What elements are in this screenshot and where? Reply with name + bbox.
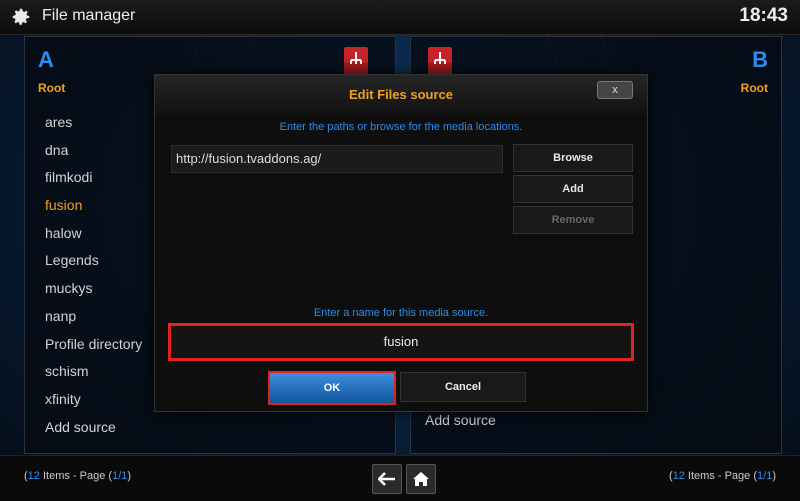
app-title: File manager [42, 7, 136, 24]
cancel-button[interactable]: Cancel [400, 372, 526, 402]
arrow-left-icon [378, 472, 395, 486]
clock: 18:43 [739, 5, 788, 26]
items-label: Items - Page [684, 470, 754, 482]
page-indicator: 1/1 [757, 470, 773, 482]
browse-button[interactable]: Browse [513, 144, 633, 172]
panel-letter-b: B [752, 47, 768, 72]
home-icon [413, 472, 429, 486]
page-indicator: 1/1 [112, 470, 128, 482]
panel-path: Root [38, 81, 66, 95]
edit-source-dialog: Edit Files source x Enter the paths or b… [154, 74, 648, 412]
panel-path: Root [740, 81, 768, 95]
add-source-item[interactable]: Add source [425, 412, 496, 428]
item-count-right: (12 Items - Page (1/1) [668, 470, 776, 482]
name-hint: Enter a name for this media source. [313, 307, 489, 319]
panel-letter-a: A [38, 47, 54, 72]
add-button[interactable]: Add [513, 175, 633, 203]
back-button[interactable] [372, 464, 402, 494]
dialog-title: Edit Files source [348, 87, 454, 102]
add-source-item[interactable]: Add source [25, 414, 395, 442]
source-path-field[interactable]: http://fusion.tvaddons.ag/ [171, 145, 503, 173]
items-label: Items - Page [39, 470, 109, 482]
close-button[interactable]: x [597, 81, 633, 99]
source-name-field[interactable]: fusion [168, 323, 634, 361]
bottom-bar: (12 Items - Page (1/1) (12 Items - Page … [0, 455, 800, 501]
item-count: 12 [27, 470, 40, 482]
remove-button[interactable]: Remove [513, 206, 633, 234]
ok-button[interactable]: OK [268, 371, 396, 405]
gear-icon [12, 8, 30, 25]
item-count-left: (12 Items - Page (1/1) [24, 470, 132, 482]
close-icon: x [612, 84, 618, 96]
paths-hint: Enter the paths or browse for the media … [279, 121, 523, 133]
top-bar: File manager 18:43 [0, 0, 800, 35]
item-count: 12 [672, 470, 685, 482]
home-button[interactable] [406, 464, 436, 494]
